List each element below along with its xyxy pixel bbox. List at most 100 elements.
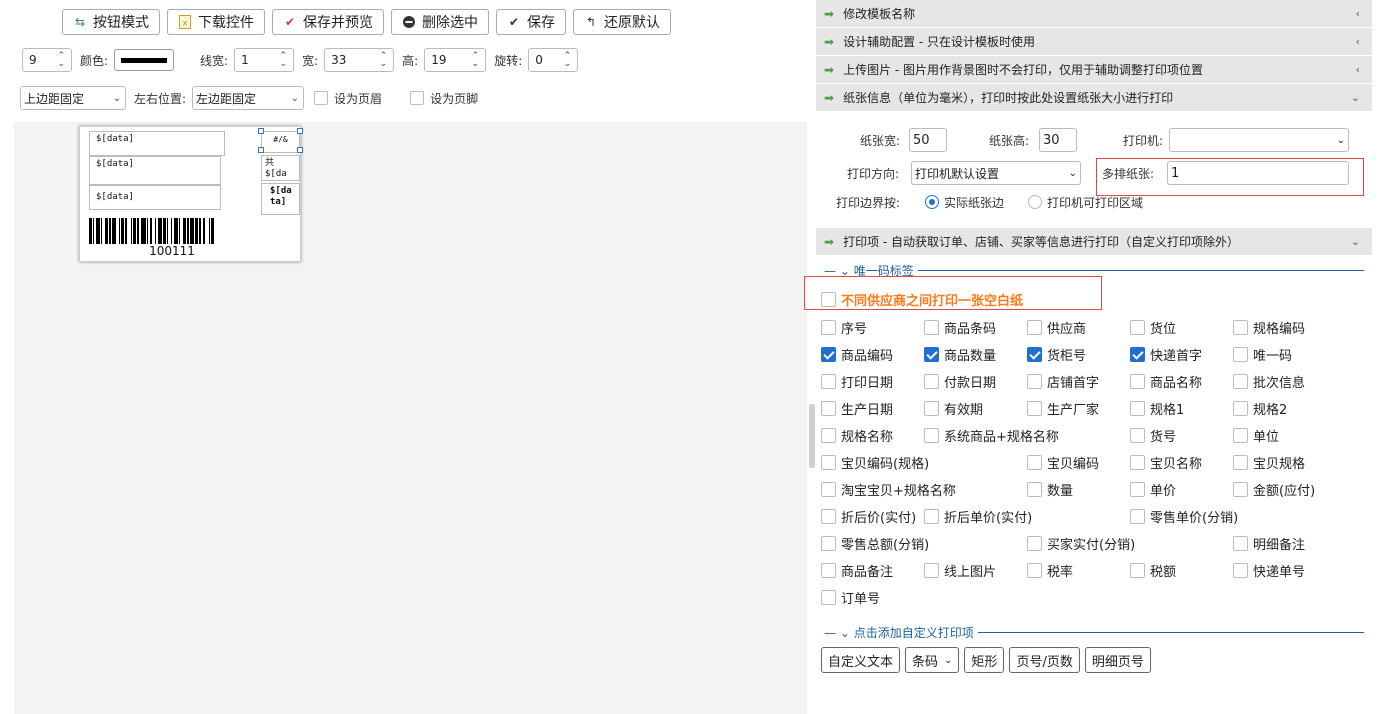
checkbox[interactable] [1233,455,1248,470]
selected-data-field[interactable]: $[da ta] [261,183,300,215]
checkbox[interactable] [1233,320,1248,335]
spinner-arrows-icon[interactable]: ⌃ ⌄ [380,52,388,69]
print-item-option[interactable]: 商品条码 [924,318,996,337]
print-item-option[interactable]: 折后价(实付) [821,507,916,526]
accordion-upload-image[interactable]: ➡ 上传图片 - 图片用作背景图时不会打印，仅用于辅助调整打印项位置 ‹ [816,56,1372,84]
checkbox[interactable] [1027,536,1042,551]
checkbox[interactable] [1027,482,1042,497]
print-item-option[interactable]: 税率 [1027,561,1073,580]
checkbox[interactable] [924,320,939,335]
print-item-option[interactable]: 唯一码 [1233,345,1292,364]
barcode-element[interactable] [89,218,255,244]
boundary-printable-radio[interactable] [1028,195,1042,209]
spinner-arrows-icon[interactable]: ⌃ ⌄ [280,52,288,69]
accordion-rename-template[interactable]: ➡ 修改模板名称 ‹ [816,0,1372,28]
checkbox[interactable] [1027,320,1042,335]
group-legend-custom-items[interactable]: — ⌄ 点击添加自定义打印项 [820,624,978,641]
page-number-field[interactable]: #/& [261,131,300,153]
print-item-option[interactable]: 打印日期 [821,372,893,391]
checkbox[interactable] [924,563,939,578]
resize-handle[interactable] [258,147,264,153]
paper-width-input[interactable]: 50 [909,128,947,152]
accordion-print-items[interactable]: ➡ 打印项 - 自动获取订单、店铺、买家等信息进行打印（自定义打印项除外） ⌄ [816,228,1372,256]
print-item-option[interactable]: 金额(应付) [1233,480,1315,499]
print-item-option[interactable]: 付款日期 [924,372,996,391]
paper-height-input[interactable]: 30 [1039,128,1077,152]
checkbox[interactable] [821,320,836,335]
checkbox[interactable] [1233,401,1248,416]
delete-selected-button[interactable]: 删除选中 [391,9,489,35]
print-item-option[interactable]: 零售单价(分销) [1130,507,1238,526]
print-item-option[interactable]: 宝贝编码(规格) [821,453,929,472]
print-item-option[interactable]: 生产日期 [821,399,893,418]
page-number-button[interactable]: 页号/页数 [1009,647,1080,673]
width-spinner[interactable]: 33 ⌃ ⌄ [324,48,395,72]
checkbox[interactable] [1233,347,1248,362]
print-item-option[interactable]: 单价 [1130,480,1176,499]
design-canvas[interactable]: $[data] $[data] $[data] #/& 共 $[da $[da … [14,122,807,714]
data-field-2[interactable]: $[data] [89,156,221,185]
button-mode-button[interactable]: ⇆ 按钮模式 [62,9,160,35]
print-item-option[interactable]: 规格2 [1233,399,1287,418]
print-item-option[interactable]: 生产厂家 [1027,399,1099,418]
checkbox[interactable] [821,347,836,362]
print-item-option[interactable]: 宝贝规格 [1233,453,1305,472]
checkbox[interactable] [1130,509,1145,524]
print-item-option[interactable]: 商品数量 [924,345,996,364]
barcode-dropdown-button[interactable]: 条码 ⌄ [905,647,960,673]
save-preview-button[interactable]: ✔ 保存并预览 [272,9,384,35]
save-button[interactable]: ✔ 保存 [496,9,566,35]
spinner-arrows-icon[interactable]: ⌃ ⌄ [472,52,480,69]
checkbox[interactable] [1130,563,1145,578]
checkbox[interactable] [924,509,939,524]
detail-page-button[interactable]: 明细页号 [1084,647,1151,673]
checkbox[interactable] [821,536,836,551]
checkbox[interactable] [1130,455,1145,470]
vertical-position-select[interactable]: 上边距固定 ⌄ [20,86,126,110]
print-item-option[interactable]: 宝贝编码 [1027,453,1099,472]
blank-paper-between-suppliers-option[interactable]: 不同供应商之间打印一张空白纸 [821,290,1023,309]
data-field-3[interactable]: $[data] [89,185,221,210]
print-item-option[interactable]: 系统商品+规格名称 [924,426,1059,445]
set-footer-checkbox[interactable] [410,91,425,105]
checkbox[interactable] [821,509,836,524]
print-item-option[interactable]: 数量 [1027,480,1073,499]
checkbox[interactable] [1233,563,1248,578]
checkbox[interactable] [1233,428,1248,443]
checkbox[interactable] [821,455,836,470]
print-item-option[interactable]: 明细备注 [1233,534,1305,553]
spinner-arrows-icon[interactable]: ⌃ ⌄ [57,52,65,69]
print-item-option[interactable]: 货柜号 [1027,345,1086,364]
print-item-option[interactable]: 线上图片 [924,561,996,580]
print-item-option[interactable]: 规格编码 [1233,318,1305,337]
checkbox[interactable] [1027,401,1042,416]
print-item-option[interactable]: 零售总额(分销) [821,534,929,553]
checkbox[interactable] [1130,347,1145,362]
multi-row-input[interactable]: 1 [1167,161,1349,185]
print-direction-select[interactable]: 打印机默认设置 ⌄ [911,161,1081,185]
font-size-spinner[interactable]: 9 ⌃ ⌄ [22,48,72,72]
checkbox[interactable] [1233,482,1248,497]
print-item-option[interactable]: 批次信息 [1233,372,1305,391]
resize-handle[interactable] [297,147,303,153]
checkbox[interactable] [821,428,836,443]
print-item-option[interactable]: 规格名称 [821,426,893,445]
print-item-option[interactable]: 买家实付(分销) [1027,534,1135,553]
rotate-spinner[interactable]: 0 ⌃ ⌄ [528,48,579,72]
print-item-option[interactable]: 序号 [821,318,867,337]
checkbox[interactable] [924,428,939,443]
print-item-option[interactable]: 货号 [1130,426,1176,445]
checkbox[interactable] [924,347,939,362]
print-item-option[interactable]: 快递首字 [1130,345,1202,364]
print-item-option[interactable]: 供应商 [1027,318,1086,337]
checkbox[interactable] [821,482,836,497]
print-item-option[interactable]: 规格1 [1130,399,1184,418]
print-item-option[interactable]: 商品编码 [821,345,893,364]
checkbox[interactable] [1130,482,1145,497]
checkbox[interactable] [821,401,836,416]
rectangle-button[interactable]: 矩形 [964,647,1005,673]
download-control-button[interactable]: x 下载控件 [167,9,265,35]
resize-handle[interactable] [258,128,264,134]
restore-default-button[interactable]: ↰ 还原默认 [573,9,671,35]
printer-select[interactable]: ⌄ [1169,128,1349,152]
